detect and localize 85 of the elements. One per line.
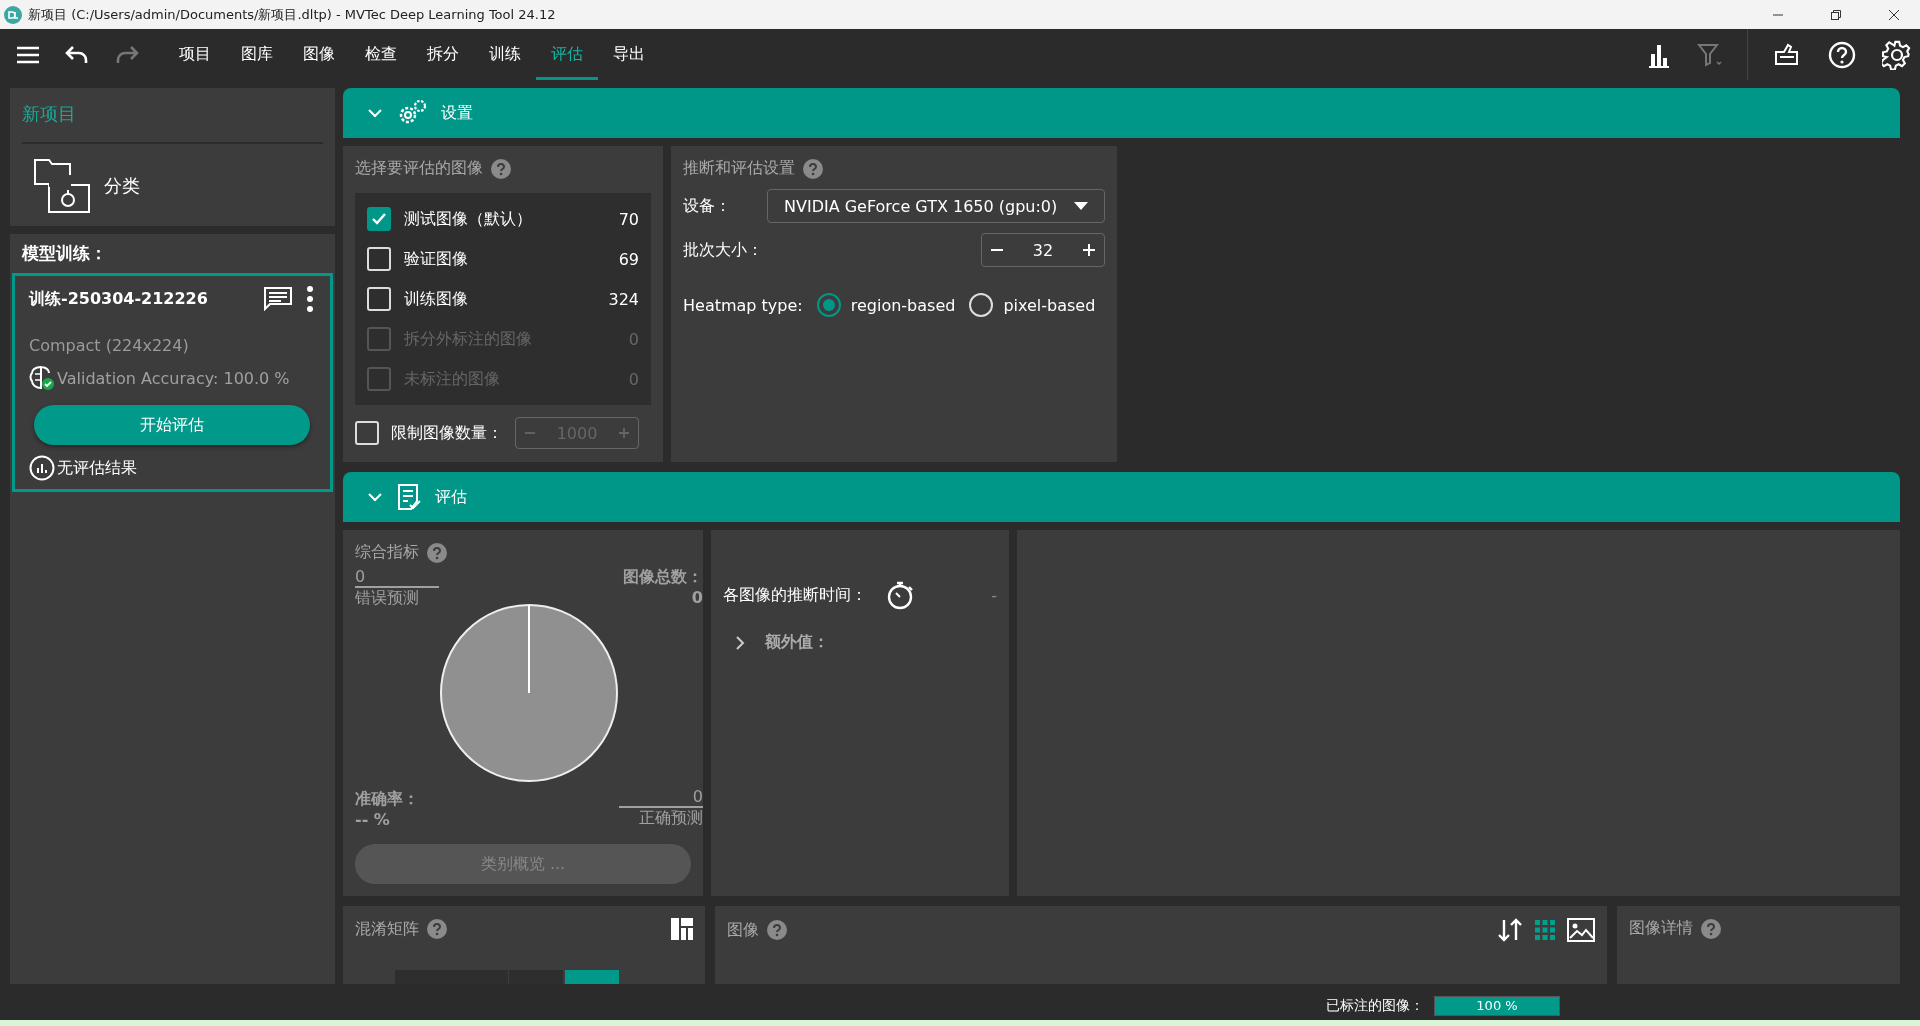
run-name: 训练-250304-212226 <box>29 288 208 310</box>
correct-label: 正确预测 <box>639 808 703 829</box>
device-label: 设备： <box>683 195 731 217</box>
image-set-label: 未标注的图像 <box>404 368 501 390</box>
chevron-icon <box>735 634 745 651</box>
device-dropdown[interactable]: NVIDIA GeForce GTX 1650 (gpu:0) <box>767 189 1105 223</box>
check-icon <box>371 212 387 226</box>
wrong-label: 错误预测 <box>355 588 419 609</box>
sort-icon[interactable] <box>1497 918 1523 942</box>
stopwatch-icon <box>887 580 915 610</box>
report-icon <box>397 483 421 511</box>
brain-check-icon <box>29 365 55 391</box>
panel-title: 图像 <box>727 919 759 941</box>
image-set-label: 拆分外标注的图像 <box>404 328 533 350</box>
heatmap-type-label: Heatmap type: <box>683 295 803 315</box>
section-header[interactable]: 设置 <box>343 88 1900 138</box>
total-count: 0 <box>691 588 703 607</box>
filter-icon[interactable] <box>1697 41 1723 68</box>
app-logo-icon <box>4 5 22 24</box>
menu-tab[interactable]: 图库 <box>226 29 288 80</box>
images-icon <box>34 158 92 214</box>
project-title: 新项目 <box>22 102 77 126</box>
wrong-count: 0 <box>355 567 439 588</box>
panel-title: 混淆矩阵 <box>355 918 419 940</box>
more-icon[interactable] <box>306 286 314 312</box>
validation-accuracy: Validation Accuracy: 100.0 % <box>57 368 290 388</box>
correct-count: 0 <box>619 787 703 808</box>
accuracy-label: 准确率： <box>355 789 419 810</box>
image-count: 69 <box>618 249 639 269</box>
panel-title: 综合指标 <box>355 542 419 563</box>
menu-icon[interactable] <box>16 44 40 65</box>
menu-tab[interactable]: 图像 <box>288 29 350 80</box>
close-icon[interactable] <box>1888 8 1900 21</box>
grid-icon[interactable] <box>1535 920 1555 940</box>
extra-values-toggle[interactable]: 额外值： <box>723 632 997 653</box>
chevron-icon <box>367 108 383 118</box>
chevron-icon <box>367 492 383 502</box>
image-count: 0 <box>628 369 639 389</box>
restore-icon[interactable] <box>1830 8 1842 21</box>
heatmap-radio[interactable]: region-based <box>816 293 956 317</box>
window-title: 新项目 (C:/Users/admin/Documents/新项目.dltp) - MVTec Deep Learning Tool 24.12 <box>28 5 556 24</box>
heatmap-radio[interactable]: pixel-based <box>969 293 1096 317</box>
training-run-card[interactable]: 训练-250304-212226 Compact (224x224) Validation Accuracy: 100.0 % 开始评估 无评估结果 <box>12 273 333 492</box>
inference-time-label: 各图像的推断时间： <box>723 584 867 606</box>
start-evaluation-button[interactable]: 开始评估 <box>33 405 310 445</box>
accuracy-value: -- % <box>355 810 390 829</box>
image-set-label: 测试图像（默认） <box>404 208 533 230</box>
settings-icon[interactable] <box>1882 39 1912 70</box>
project-type: 分类 <box>104 174 140 198</box>
batch-size-label: 批次大小： <box>683 239 763 261</box>
limit-label: 限制图像数量： <box>391 422 503 444</box>
section-title: 设置 <box>441 102 473 124</box>
total-label: 图像总数： <box>623 567 703 588</box>
image-icon[interactable] <box>1567 918 1595 942</box>
image-count: 0 <box>628 329 639 349</box>
help-icon[interactable] <box>1828 40 1856 69</box>
inference-time-value: - <box>991 585 997 605</box>
no-results-text: 无评估结果 <box>57 457 137 479</box>
layout-icon[interactable] <box>671 918 693 940</box>
menu-tab[interactable]: 项目 <box>164 29 226 80</box>
panel-title: 图像详情 <box>1629 918 1693 939</box>
image-count: 324 <box>608 289 639 309</box>
model-type: Compact (224x224) <box>29 336 190 355</box>
batch-size-spinbox[interactable]: 32 <box>981 233 1105 267</box>
menu-tab[interactable]: 训练 <box>474 29 536 80</box>
dropdown-arrow-icon <box>1074 202 1088 210</box>
image-count: 70 <box>618 209 639 229</box>
redo-icon[interactable] <box>114 43 140 66</box>
panel-title: 推断和评估设置 <box>683 158 795 179</box>
image-set-label: 验证图像 <box>404 248 469 270</box>
progress-reading: 100 % <box>1475 997 1519 1015</box>
section-title: 评估 <box>435 486 467 508</box>
image-set-label: 训练图像 <box>404 288 469 310</box>
labeled-images-label: 已标注的图像： <box>1326 997 1424 1015</box>
menu-tab[interactable]: 评估 <box>536 29 598 80</box>
menu-tab[interactable]: 拆分 <box>412 29 474 80</box>
panel-title: 选择要评估的图像 <box>355 158 483 179</box>
menu-tab[interactable]: 导出 <box>598 29 660 80</box>
training-heading: 模型训练： <box>21 242 108 265</box>
chart-circle-icon <box>29 455 55 481</box>
menu-tab[interactable]: 检查 <box>350 29 412 80</box>
comment-icon[interactable] <box>264 287 292 311</box>
undo-icon[interactable] <box>64 43 90 66</box>
section-header[interactable]: 评估 <box>343 472 1900 522</box>
checkbox[interactable] <box>367 207 391 231</box>
